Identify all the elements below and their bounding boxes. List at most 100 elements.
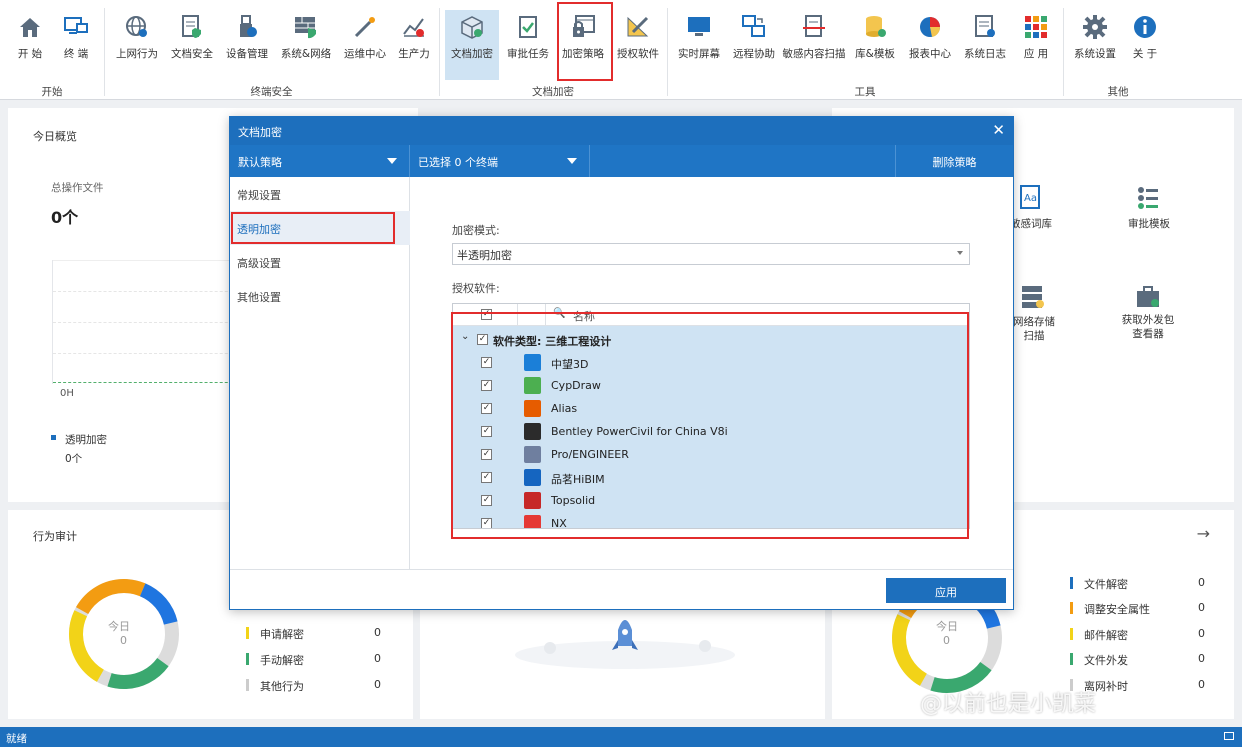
- group-label-other: 其他: [1107, 86, 1129, 98]
- terminal-select-dropdown[interactable]: 已选择 0 个终端: [410, 145, 590, 177]
- apps-grid-icon: [1025, 16, 1047, 38]
- clipboard-check-icon: [519, 16, 537, 38]
- status-window-icon: [1224, 732, 1234, 740]
- dialog-footer: 应用: [230, 569, 1013, 609]
- approval-template-label[interactable]: 审批模板: [1128, 216, 1170, 231]
- chevron-down-icon: [387, 158, 397, 164]
- screen-icon: [688, 17, 710, 36]
- log-icon: [975, 15, 995, 37]
- doc-shield-icon: [182, 15, 201, 38]
- box-icon: [461, 16, 483, 39]
- nav-other-settings[interactable]: 其他设置: [230, 279, 410, 313]
- overview-title: 今日概览: [33, 130, 77, 143]
- system-log-button[interactable]: 系统日志: [960, 10, 1010, 66]
- total-files-value: 0个: [51, 208, 79, 227]
- sensitive-scan-button[interactable]: 敏感内容扫描: [782, 10, 846, 66]
- policy-dropdown[interactable]: 默认策略: [230, 145, 410, 177]
- selected-terminals: 已选择 0 个终端: [418, 156, 498, 169]
- system-network-button[interactable]: 系统&网络: [277, 10, 335, 66]
- chart-line-icon: [403, 18, 424, 37]
- dialog-title-bar: 文档加密: [230, 117, 1013, 145]
- group-label-tools: 工具: [854, 86, 876, 98]
- dialog-policy-bar: 默认策略 已选择 0 个终端 删除策略: [230, 145, 1013, 177]
- legend-apply-decrypt: 申请解密 0: [246, 626, 381, 642]
- group-divider: [1063, 8, 1064, 96]
- apps-button[interactable]: 应 用: [1016, 10, 1056, 66]
- encrypt-mode-value: 半透明加密: [457, 249, 512, 262]
- nav-general-settings[interactable]: 常规设置: [230, 177, 410, 211]
- approval-template-icon[interactable]: [1135, 184, 1161, 210]
- group-label-endpoint-security: 终端安全: [250, 86, 293, 98]
- close-icon[interactable]: ✕: [992, 121, 1005, 139]
- productivity-button[interactable]: 生产力: [394, 10, 434, 66]
- library-template-button[interactable]: 库&模板: [852, 10, 898, 66]
- ops-center-button[interactable]: 运维中心: [340, 10, 390, 66]
- audit-donut-label: 今日: [108, 620, 130, 633]
- doc-encrypt-button[interactable]: 文档加密: [445, 10, 499, 80]
- start-button[interactable]: 开 始: [10, 10, 50, 66]
- doc-security-button[interactable]: 文档安全: [167, 10, 217, 66]
- group-divider: [667, 8, 668, 96]
- legend-adjust-security: 调整安全属性 0: [1070, 601, 1205, 617]
- legend-transparent-encrypt: 透明加密: [65, 434, 107, 446]
- device-mgmt-button[interactable]: 设备管理: [222, 10, 272, 66]
- delete-policy-button[interactable]: 删除策略: [895, 145, 1013, 177]
- auth-software-label: 授权软件:: [452, 282, 500, 295]
- approval-task-button[interactable]: 审批任务: [503, 10, 553, 66]
- status-bar: 就绪: [0, 727, 1242, 747]
- audit-title: 行为审计: [33, 530, 77, 543]
- ribbon-toolbar: 开 始 终 端 上网行为 文档安全 设备管理 系统&网络 运维中心 生产力 文档…: [0, 0, 1242, 100]
- about-button[interactable]: 关 于: [1125, 10, 1165, 66]
- terminal-button[interactable]: 终 端: [56, 10, 96, 66]
- realtime-screen-button[interactable]: 实时屏幕: [675, 10, 723, 66]
- report-center-button[interactable]: 报表中心: [906, 10, 954, 66]
- total-files-label: 总操作文件: [51, 182, 104, 194]
- overview-chart: [52, 260, 253, 384]
- dictionary-icon[interactable]: Aa: [1018, 184, 1044, 210]
- svg-text:Aa: Aa: [1024, 193, 1037, 204]
- home-icon: [20, 18, 40, 37]
- network-storage-label[interactable]: 网络存储 扫描: [1012, 315, 1056, 343]
- legend-file-decrypt: 文件解密 0: [1070, 576, 1205, 592]
- system-settings-button[interactable]: 系统设置: [1070, 10, 1120, 66]
- dialog-title: 文档加密: [238, 126, 282, 139]
- axis-tick-0h: 0H: [60, 388, 74, 399]
- firewall-icon: [295, 17, 316, 39]
- highlight-box-software-list: [451, 312, 969, 539]
- group-divider: [439, 8, 440, 96]
- status-text: 就绪: [6, 733, 27, 745]
- group-divider: [104, 8, 105, 96]
- outgoing-viewer-label[interactable]: 获取外发包 查看器: [1118, 313, 1178, 341]
- wand-icon: [354, 17, 375, 38]
- group-label-start: 开始: [41, 86, 63, 98]
- apply-button[interactable]: 应用: [886, 578, 1006, 603]
- watermark: @以前也是小凯菜: [920, 692, 1097, 717]
- highlight-box-encrypt-policy: [557, 2, 613, 81]
- highlight-box-transparent-encrypt: [231, 212, 395, 244]
- briefcase-icon[interactable]: [1135, 284, 1161, 310]
- chevron-down-icon: [957, 251, 963, 255]
- nav-advanced-settings[interactable]: 高级设置: [230, 245, 410, 279]
- globe-icon: [126, 16, 147, 37]
- stats-donut-value: 0: [943, 634, 950, 647]
- dialog-side-nav: 常规设置 透明加密 高级设置 其他设置: [230, 177, 410, 569]
- remote-icon: [742, 15, 765, 37]
- legend-manual-decrypt: 手动解密 0: [246, 652, 381, 668]
- sensitive-dict-label[interactable]: 敏感词库: [1010, 216, 1052, 231]
- remote-assist-button[interactable]: 远程协助: [730, 10, 778, 66]
- rocket-illustration: [515, 620, 735, 669]
- web-behavior-button[interactable]: 上网行为: [112, 10, 162, 66]
- pie-icon: [920, 17, 941, 37]
- legend-mail-decrypt: 邮件解密 0: [1070, 627, 1205, 643]
- legend-marker: [51, 435, 56, 440]
- arrow-right-icon[interactable]: →: [1197, 524, 1210, 543]
- ruler-pen-icon: [627, 16, 649, 37]
- database-icon: [866, 16, 886, 37]
- scan-doc-icon: [803, 15, 825, 37]
- legend-file-outgoing: 文件外发 0: [1070, 652, 1205, 668]
- server-icon[interactable]: [1020, 284, 1046, 310]
- encrypt-mode-select[interactable]: 半透明加密: [452, 243, 970, 265]
- authorized-software-button[interactable]: 授权软件: [613, 10, 663, 66]
- legend-other-behavior: 其他行为 0: [246, 678, 381, 694]
- chevron-down-icon: [567, 158, 577, 164]
